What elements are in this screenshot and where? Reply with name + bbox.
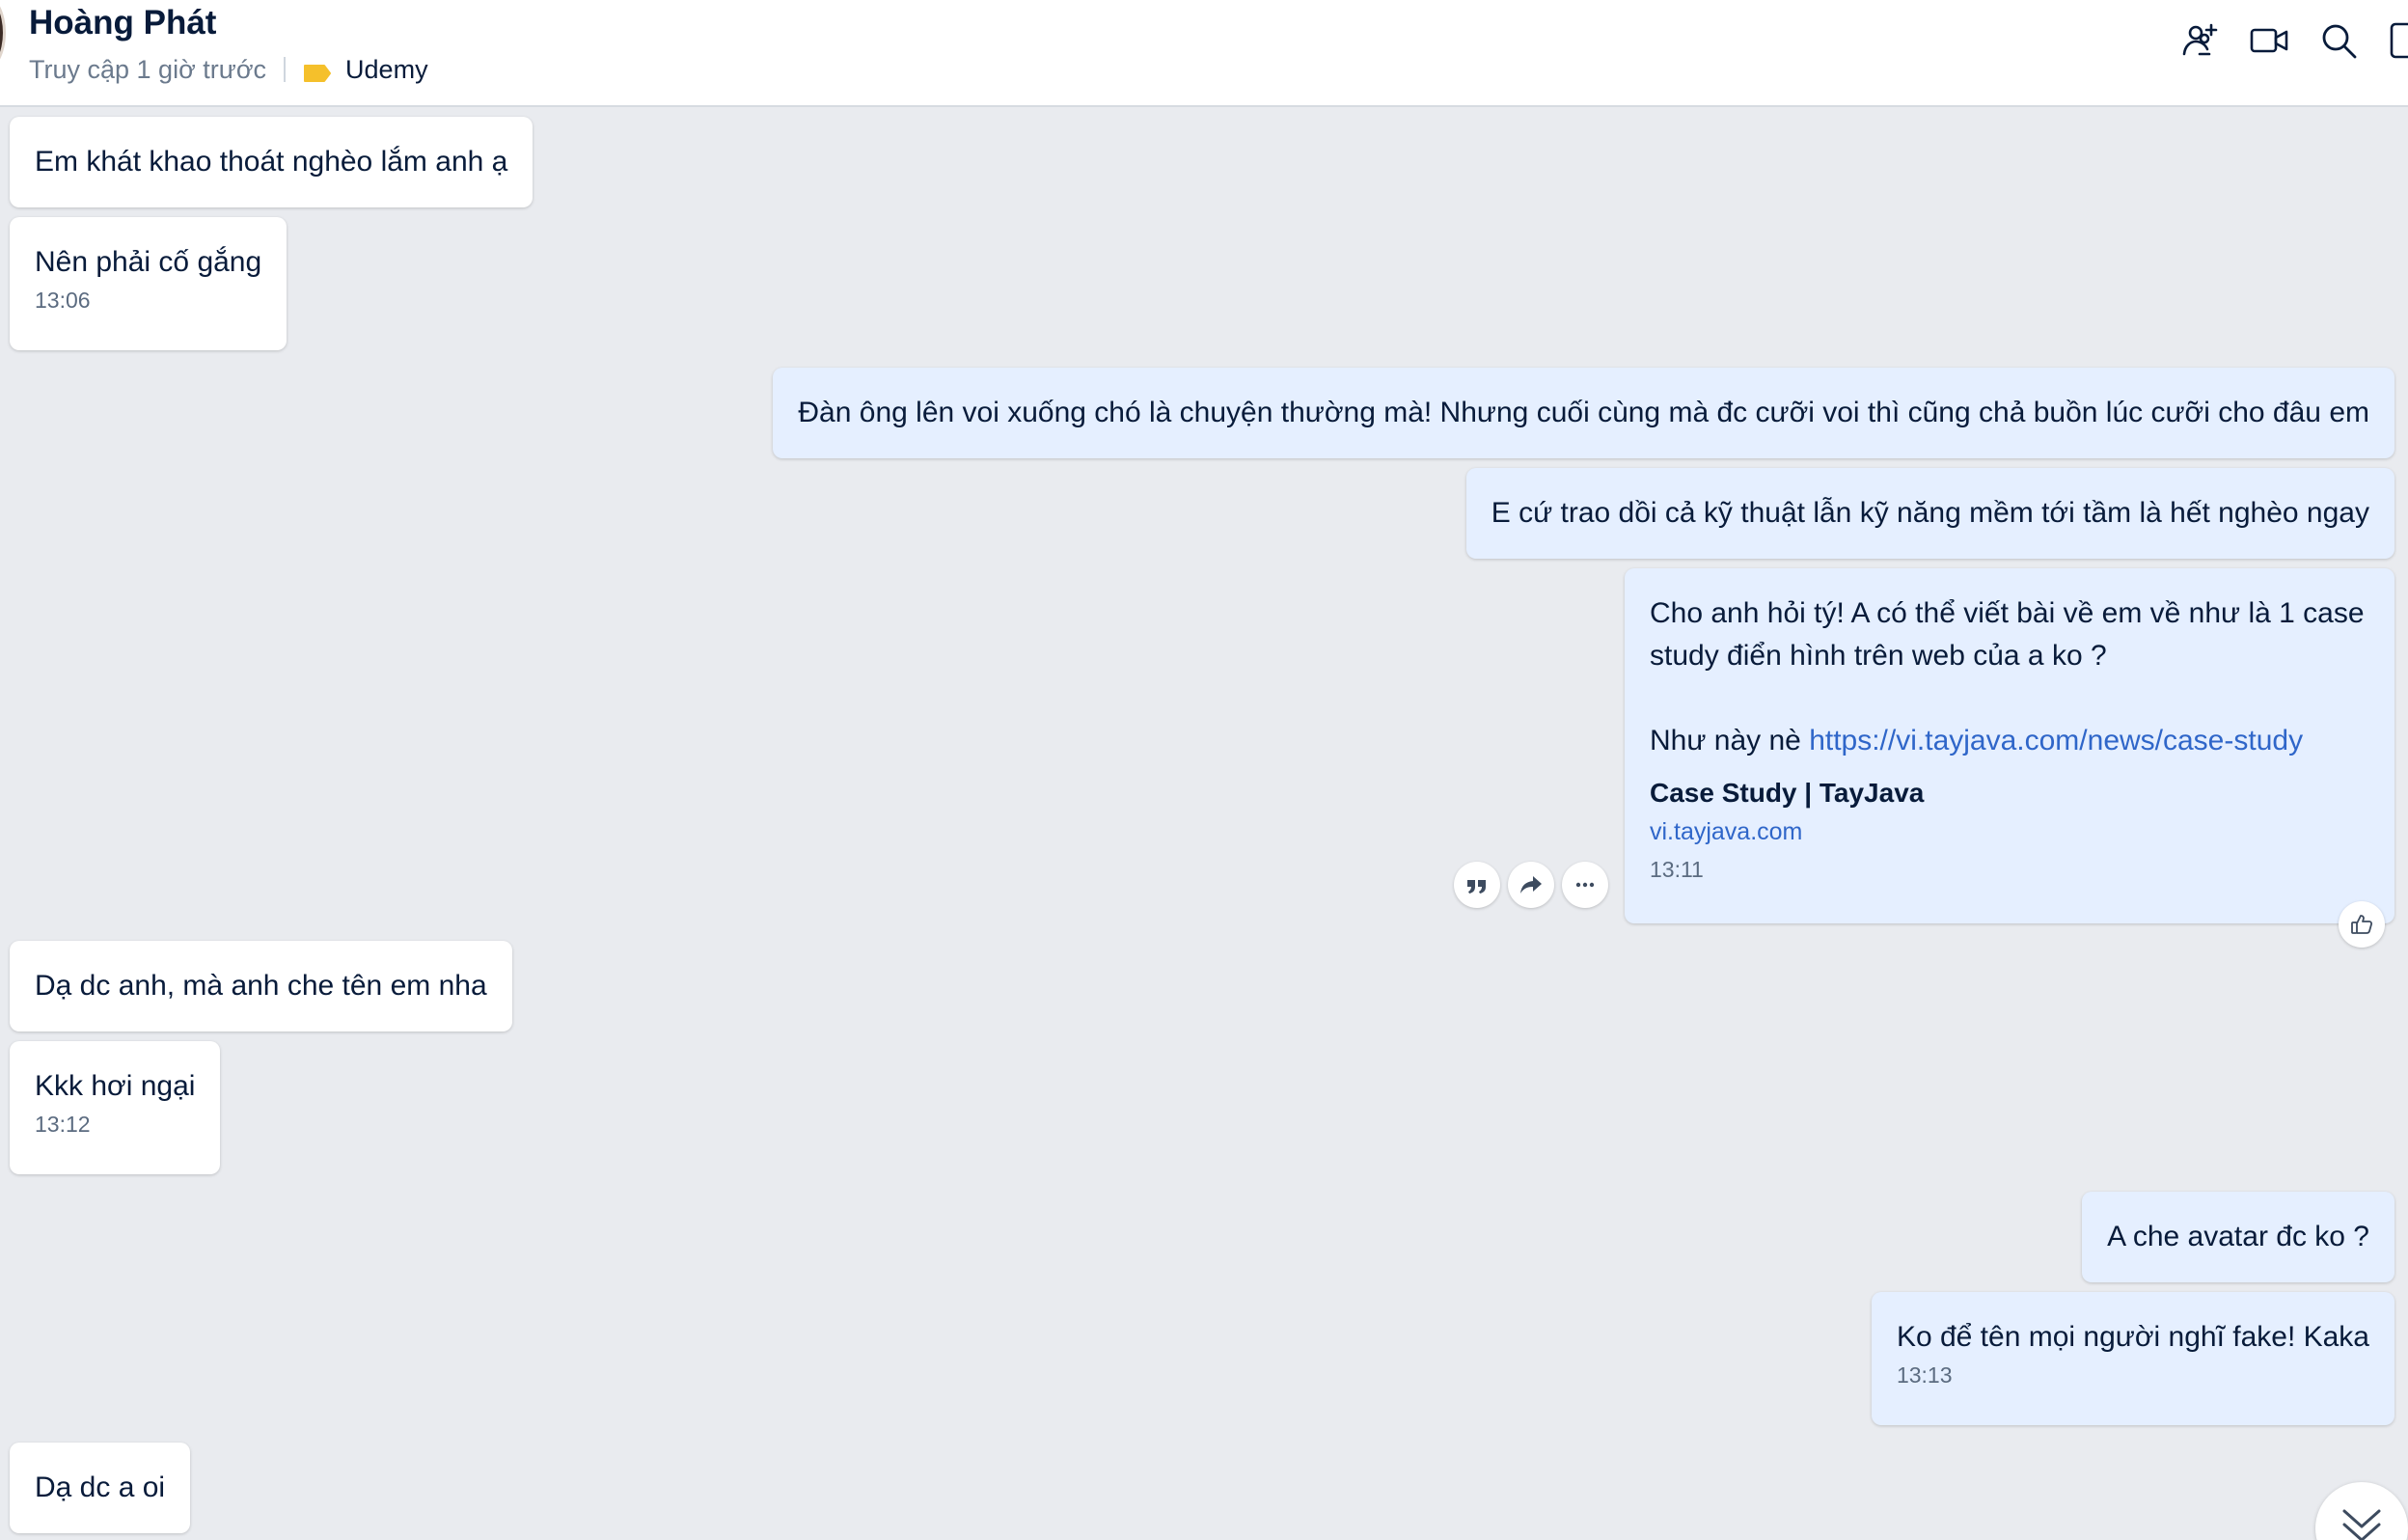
- side-panel-icon[interactable]: [2387, 19, 2408, 62]
- message-text: E cứ trao dồi cả kỹ thuật lẫn kỹ năng mề…: [1491, 497, 2369, 529]
- chevron-double-down-icon: [2342, 1509, 2381, 1540]
- message-text: Dạ dc anh, mà anh che tên em nha: [35, 970, 487, 1002]
- message-outgoing[interactable]: A che avatar đc ko ?: [2082, 1192, 2394, 1282]
- chat-header: Hoàng Phát Truy cập 1 giờ trước Udemy: [0, 0, 2408, 107]
- forward-icon[interactable]: [1508, 862, 1554, 908]
- message-outgoing[interactable]: Đàn ông lên voi xuống chó là chuyện thườ…: [773, 368, 2394, 458]
- label-tag-icon[interactable]: [303, 60, 332, 82]
- link-prefix: Như này nè: [1650, 725, 1810, 756]
- message-outgoing[interactable]: Ko để tên mọi người nghĩ fake! Kaka 13:1…: [1871, 1292, 2394, 1425]
- message-incoming[interactable]: Nên phải cố gắng 13:06: [10, 217, 287, 350]
- message-text: Ko để tên mọi người nghĩ fake! Kaka: [1896, 1321, 2369, 1353]
- message-timestamp: 13:11: [1650, 857, 1704, 882]
- divider: [284, 57, 287, 82]
- last-seen-status: Truy cập 1 giờ trước: [29, 54, 267, 84]
- message-text: Đàn ông lên voi xuống chó là chuyện thườ…: [798, 397, 2369, 428]
- message-text: Em khát khao thoát nghèo lắm anh ạ: [35, 146, 508, 178]
- message-incoming[interactable]: Em khát khao thoát nghèo lắm anh ạ: [10, 117, 534, 207]
- message-text-line: study điển hình trên web của a ko ?: [1650, 640, 2107, 672]
- like-icon[interactable]: [2339, 901, 2385, 948]
- chat-window: Hoàng Phát Truy cập 1 giờ trước Udemy Em…: [0, 0, 2408, 1540]
- message-incoming[interactable]: Kkk hơi ngại 13:12: [10, 1041, 221, 1174]
- avatar[interactable]: [0, 0, 6, 71]
- search-icon[interactable]: [2317, 19, 2360, 62]
- message-text: Kkk hơi ngại: [35, 1070, 196, 1102]
- message-timestamp: 13:06: [35, 288, 91, 313]
- link-preview-domain[interactable]: vi.tayjava.com: [1650, 812, 2369, 851]
- contact-subline: Truy cập 1 giờ trước Udemy: [29, 52, 428, 87]
- quote-icon[interactable]: [1454, 862, 1500, 908]
- message-outgoing-link[interactable]: Cho anh hỏi tý! A có thể viết bài về em …: [1625, 568, 2394, 923]
- message-timestamp: 13:12: [35, 1112, 91, 1137]
- scroll-to-bottom-button[interactable]: [2315, 1482, 2408, 1540]
- message-text: Dạ dc a oi: [35, 1471, 166, 1503]
- add-member-icon[interactable]: [2178, 19, 2221, 62]
- message-link-line: Như này nè https://vi.tayjava.com/news/c…: [1650, 720, 2369, 762]
- message-text: A che avatar đc ko ?: [2107, 1221, 2369, 1252]
- message-incoming[interactable]: Dạ dc a oi: [10, 1443, 191, 1533]
- message-text: Nên phải cố gắng: [35, 246, 262, 278]
- label-tag-text[interactable]: Udemy: [345, 55, 428, 85]
- link-preview-title[interactable]: Case Study | TayJava: [1650, 774, 2369, 812]
- message-link[interactable]: https://vi.tayjava.com/news/case-study: [1809, 725, 2303, 756]
- message-incoming[interactable]: Dạ dc anh, mà anh che tên em nha: [10, 941, 512, 1031]
- message-outgoing[interactable]: E cứ trao dồi cả kỹ thuật lẫn kỹ năng mề…: [1465, 468, 2394, 559]
- more-icon[interactable]: [1562, 862, 1608, 908]
- message-text-line: Cho anh hỏi tý! A có thể viết bài về em …: [1650, 597, 2365, 629]
- video-call-icon[interactable]: [2248, 19, 2290, 62]
- message-timestamp: 13:13: [1896, 1362, 1953, 1388]
- contact-name[interactable]: Hoàng Phát: [29, 2, 216, 44]
